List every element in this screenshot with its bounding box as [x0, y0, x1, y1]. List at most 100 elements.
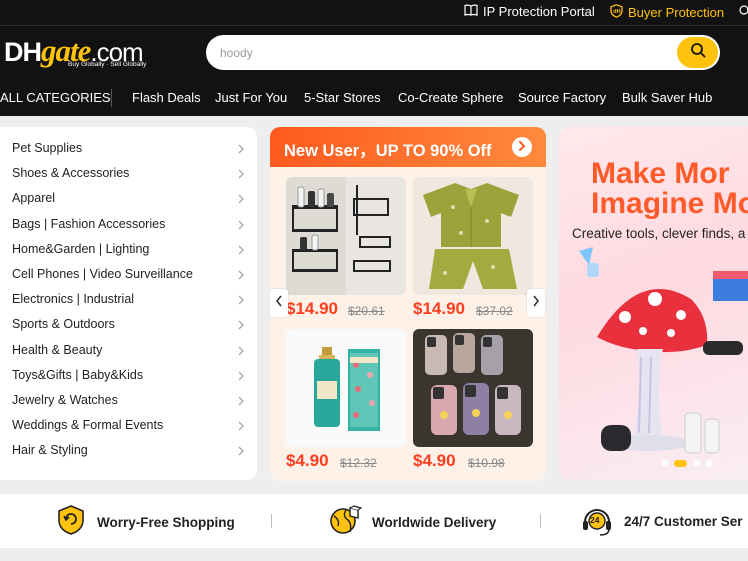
chevron-left-icon	[275, 294, 283, 312]
deal-header[interactable]: New User，UP TO 90% Off	[270, 127, 546, 167]
chevron-right-icon	[237, 318, 245, 330]
category-item[interactable]: Apparel	[0, 186, 257, 210]
ip-protection-link[interactable]: IP Protection Portal	[464, 4, 595, 19]
category-label: Home&Garden | Lighting	[12, 241, 150, 256]
logo-part-dh: DH	[4, 37, 42, 67]
category-item[interactable]: Jewelry & Watches	[0, 388, 257, 412]
chevron-right-icon	[237, 218, 245, 230]
product-price: $14.90	[286, 299, 338, 318]
all-categories-label: ALL CATEGORIES	[0, 90, 111, 105]
book-icon	[464, 4, 478, 19]
product-card[interactable]: $14.90 $20.61	[286, 177, 406, 327]
chevron-right-icon	[237, 268, 245, 280]
search-button[interactable]	[677, 37, 718, 68]
product-price: $4.90	[286, 451, 329, 470]
worldwide-delivery[interactable]: Worldwide Delivery	[328, 504, 496, 541]
product-old-price: $20.61	[348, 304, 385, 318]
pagination-dot-active[interactable]	[674, 460, 687, 467]
category-label: Toys&Gifts | Baby&Kids	[12, 367, 144, 382]
service-divider	[540, 514, 541, 528]
all-categories-menu[interactable]: ALL CATEGORIES	[0, 90, 111, 105]
chevron-right-icon	[237, 243, 245, 255]
category-label: Hair & Styling	[12, 443, 88, 458]
nav-5-star-stores[interactable]: 5-Star Stores	[304, 90, 381, 105]
headset-24-icon: 24	[580, 504, 614, 538]
category-label: Sports & Outdoors	[12, 317, 115, 332]
category-label: Cell Phones | Video Surveillance	[12, 267, 193, 281]
nav-divider	[111, 89, 112, 107]
chevron-right-icon	[237, 142, 245, 154]
pagination-dot[interactable]	[661, 460, 668, 467]
globe-package-icon	[328, 504, 363, 541]
top-utility-bar: IP Protection Portal dH Buyer Protection	[0, 0, 748, 26]
product-price: $4.90	[413, 451, 456, 470]
ip-protection-label: IP Protection Portal	[483, 4, 595, 19]
shield-icon: dH	[610, 4, 623, 21]
promo-banner[interactable]: Make Mor Imagine Mo Creative tools, clev…	[559, 127, 748, 480]
nav-bulk-saver-hub[interactable]: Bulk Saver Hub	[622, 90, 712, 105]
product-image-shower-caddy	[286, 177, 406, 295]
worry-free-shopping[interactable]: Worry-Free Shopping	[55, 504, 235, 541]
product-image-perfume	[286, 329, 406, 447]
category-item[interactable]: Health & Beauty	[0, 338, 257, 362]
nav-flash-deals[interactable]: Flash Deals	[132, 90, 201, 105]
category-item[interactable]: Hair & Styling	[0, 438, 257, 462]
banner-illustration	[579, 247, 748, 454]
buyer-protection-label: Buyer Protection	[628, 5, 725, 20]
category-item[interactable]: Sports & Outdoors	[0, 312, 257, 336]
svg-text:dH: dH	[613, 9, 620, 15]
nav-just-for-you[interactable]: Just For You	[215, 90, 287, 105]
service-divider	[271, 514, 272, 528]
product-card[interactable]: $4.90 $12.32	[286, 329, 406, 479]
category-item[interactable]: Bags | Fashion Accessories	[0, 212, 257, 236]
carousel-next-button[interactable]	[527, 289, 545, 317]
buyer-protection-link[interactable]: dH Buyer Protection	[610, 4, 724, 21]
product-image-phone-cases	[413, 329, 533, 447]
category-item[interactable]: Electronics | Industrial	[0, 287, 257, 311]
dhgate-logo[interactable]: DHgate.com Buy Globally · Sell Globally	[4, 33, 158, 75]
pagination-dot[interactable]	[706, 460, 713, 467]
category-item[interactable]: Pet Supplies	[0, 136, 257, 160]
product-old-price: $10.98	[468, 456, 505, 470]
search-input[interactable]	[220, 43, 670, 62]
category-label: Health & Beauty	[12, 342, 103, 357]
chevron-right-icon	[237, 344, 245, 356]
chevron-right-icon	[237, 394, 245, 406]
category-item[interactable]: Home&Garden | Lighting	[0, 237, 257, 261]
nav-co-create-sphere[interactable]: Co-Create Sphere	[398, 90, 504, 105]
new-user-deal-card: New User，UP TO 90% Off $14.90 $20.61 $14…	[270, 127, 546, 481]
product-card[interactable]: $4.90 $10.98	[413, 329, 533, 479]
customer-service[interactable]: 24 24/7 Customer Ser	[580, 504, 743, 538]
chevron-right-icon	[237, 192, 245, 204]
category-item[interactable]: Weddings & Formal Events	[0, 413, 257, 437]
carousel-prev-button[interactable]	[270, 289, 288, 317]
nav-source-factory[interactable]: Source Factory	[518, 90, 606, 105]
product-card[interactable]: $14.90 $37.02	[413, 177, 533, 327]
product-price: $14.90	[413, 299, 465, 318]
main-nav: ALL CATEGORIES Flash Deals Just For You …	[0, 86, 748, 110]
category-label: Shoes & Accessories	[12, 166, 130, 181]
shield-return-icon	[55, 504, 87, 541]
category-item[interactable]: Shoes & Accessories	[0, 161, 257, 185]
logo-tagline: Buy Globally · Sell Globally	[68, 61, 147, 68]
more-icon[interactable]	[739, 4, 748, 16]
deal-go-button[interactable]	[512, 137, 532, 157]
search-bar	[206, 35, 720, 70]
chevron-right-icon	[237, 167, 245, 179]
category-item[interactable]: Cell Phones | Video Surveillance	[0, 262, 257, 286]
chevron-right-icon	[237, 293, 245, 305]
service-guarantees-bar: Worry-Free Shopping Worldwide Delivery 2…	[0, 494, 748, 548]
category-sidebar: Pet Supplies Shoes & Accessories Apparel Ba…	[0, 127, 257, 480]
chevron-right-icon	[237, 369, 245, 381]
product-old-price: $37.02	[476, 304, 513, 318]
banner-pagination	[661, 460, 713, 467]
chevron-right-icon	[237, 444, 245, 456]
pagination-dot[interactable]	[693, 460, 700, 467]
category-label: Apparel	[12, 191, 56, 206]
support-badge: 24	[590, 515, 600, 525]
category-item[interactable]: Toys&Gifts | Baby&Kids	[0, 363, 257, 387]
category-label: Jewelry & Watches	[12, 393, 118, 407]
product-image-pajama-set	[413, 177, 533, 295]
category-label: Bags | Fashion Accessories	[12, 216, 166, 231]
customer-service-label: 24/7 Customer Ser	[624, 513, 743, 529]
